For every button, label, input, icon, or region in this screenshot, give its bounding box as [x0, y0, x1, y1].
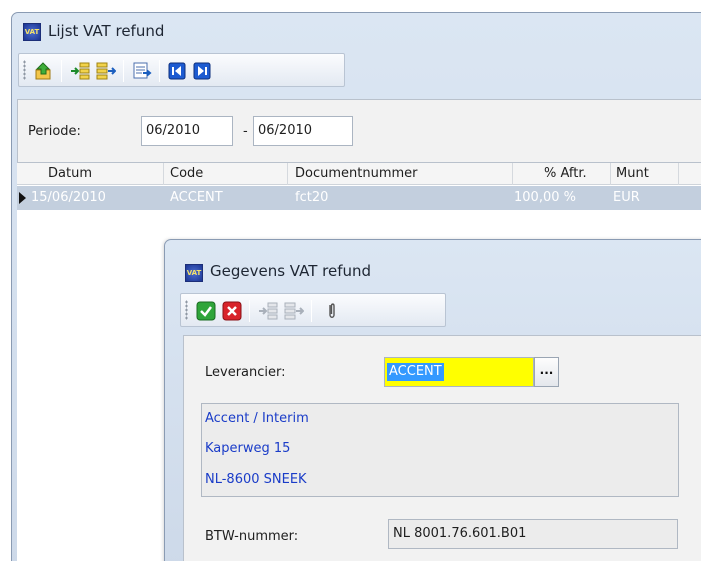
periode-to-input[interactable]: 06/2010: [253, 116, 353, 146]
report-button[interactable]: [131, 60, 153, 82]
insert-icon: [71, 62, 90, 80]
vat-app-icon: VAT: [185, 264, 203, 282]
periode-label: Periode:: [28, 124, 81, 139]
cell-munt: EUR: [613, 190, 640, 205]
column-header-code[interactable]: Code: [170, 166, 203, 181]
insert-button[interactable]: [69, 60, 91, 82]
leverancier-selected-text: ACCENT: [387, 363, 444, 381]
cell-documentnummer: fct20: [295, 190, 329, 205]
supplier-address-box: Accent / Interim Kaperweg 15 NL-8600 SNE…: [201, 403, 679, 497]
column-header-aftr[interactable]: % Aftr.: [544, 166, 587, 181]
column-divider[interactable]: [163, 163, 164, 185]
toolbar-grip[interactable]: [23, 60, 26, 80]
main-title-bar[interactable]: VAT Lijst VAT refund: [12, 13, 701, 49]
first-record-button[interactable]: [166, 60, 188, 82]
periode-range-separator: -: [243, 124, 248, 139]
toolbar-grip[interactable]: [185, 300, 188, 320]
toolbar-separator: [311, 300, 312, 322]
cell-datum: 15/06/2010: [31, 190, 106, 205]
append-icon: [96, 62, 116, 80]
confirm-button[interactable]: [195, 300, 217, 322]
column-divider[interactable]: [678, 163, 679, 185]
main-toolbar: [18, 53, 345, 87]
main-window-title: Lijst VAT refund: [48, 22, 165, 40]
append-button[interactable]: [95, 60, 117, 82]
dialog-toolbar: [180, 293, 446, 327]
leverancier-input[interactable]: ACCENT: [384, 357, 534, 387]
export-icon: [35, 62, 51, 80]
cell-code: ACCENT: [170, 190, 223, 205]
row-indicator-icon: [19, 192, 26, 204]
filter-panel: Periode: 06/2010 - 06/2010: [17, 99, 701, 163]
grid-header: Datum Code Documentnummer % Aftr. Munt: [17, 163, 701, 185]
address-line-name: Accent / Interim: [205, 411, 309, 426]
column-header-munt[interactable]: Munt: [616, 166, 649, 181]
column-divider[interactable]: [610, 163, 611, 185]
vat-app-icon: VAT: [23, 23, 41, 41]
toolbar-separator: [249, 300, 250, 322]
confirm-icon: [196, 301, 216, 321]
address-line-city: NL-8600 SNEEK: [205, 472, 307, 487]
column-header-documentnummer[interactable]: Documentnummer: [295, 166, 418, 181]
attachment-icon: [329, 303, 335, 318]
leverancier-lookup-button[interactable]: ...: [534, 357, 559, 387]
toolbar-separator: [123, 60, 124, 82]
column-divider[interactable]: [287, 163, 288, 185]
column-header-datum[interactable]: Datum: [48, 166, 92, 181]
append-icon: [284, 302, 304, 320]
cancel-icon: [222, 301, 242, 321]
gegevens-dialog: VAT Gegevens VAT refund Leverancier: ACC…: [164, 239, 701, 561]
leverancier-label: Leverancier:: [205, 365, 286, 380]
btw-nummer-field: NL 8001.76.601.B01: [388, 519, 678, 549]
export-button[interactable]: [33, 60, 55, 82]
attachment-button[interactable]: [321, 300, 343, 322]
last-record-button[interactable]: [191, 60, 213, 82]
first-record-icon: [168, 62, 186, 80]
dialog-title: Gegevens VAT refund: [210, 262, 372, 280]
periode-from-input[interactable]: 06/2010: [141, 116, 233, 146]
cancel-button[interactable]: [221, 300, 243, 322]
cell-aftr: 100,00 %: [514, 190, 576, 205]
insert-button-disabled[interactable]: [257, 300, 279, 322]
btw-nummer-label: BTW-nummer:: [205, 529, 299, 544]
append-button-disabled[interactable]: [283, 300, 305, 322]
column-divider[interactable]: [512, 163, 513, 185]
insert-icon: [259, 302, 278, 320]
report-icon: [133, 62, 152, 79]
last-record-icon: [193, 62, 211, 80]
address-line-street: Kaperweg 15: [205, 441, 291, 456]
toolbar-separator: [61, 60, 62, 82]
table-row[interactable]: 15/06/2010 ACCENT fct20 100,00 % EUR: [17, 186, 701, 210]
toolbar-separator: [159, 60, 160, 82]
dialog-title-bar[interactable]: VAT Gegevens VAT refund: [165, 240, 701, 290]
